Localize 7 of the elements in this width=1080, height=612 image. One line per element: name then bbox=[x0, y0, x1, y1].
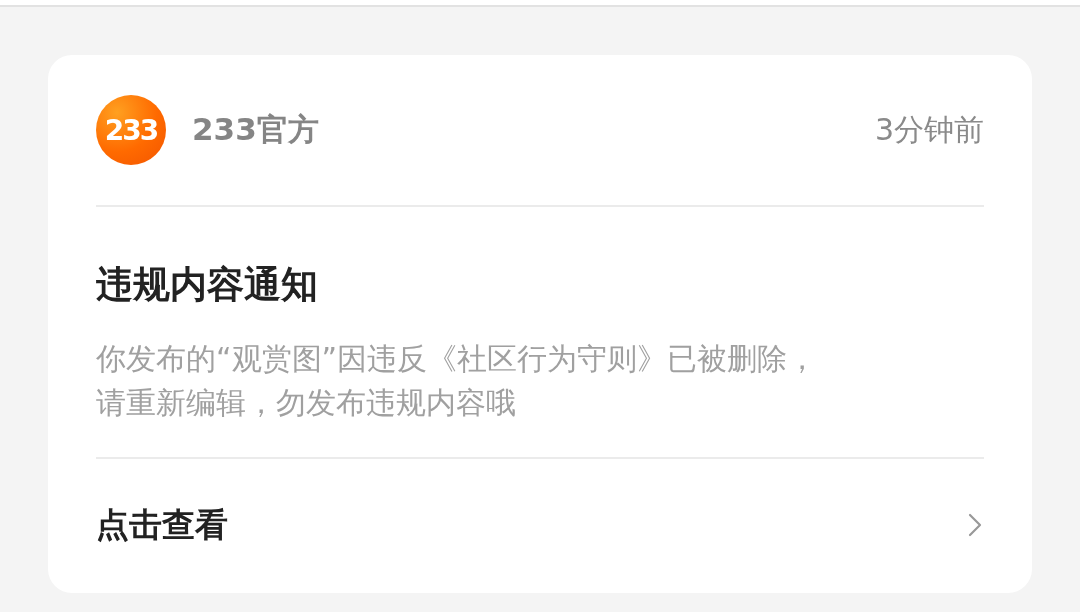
logo-icon: 233 bbox=[96, 95, 166, 165]
chevron-right-icon bbox=[968, 513, 982, 537]
notification-title: 违规内容通知 bbox=[96, 262, 319, 308]
timestamp: 3分钟前 bbox=[874, 110, 984, 149]
notification-message: 你发布的“观赏图”因违反《社区行为守则》已被删除，请重新编辑，勿发布违规内容哦 bbox=[96, 340, 819, 422]
view-details-link[interactable]: 点击查看 bbox=[96, 459, 984, 591]
sender-name: 233官方 bbox=[192, 110, 320, 149]
